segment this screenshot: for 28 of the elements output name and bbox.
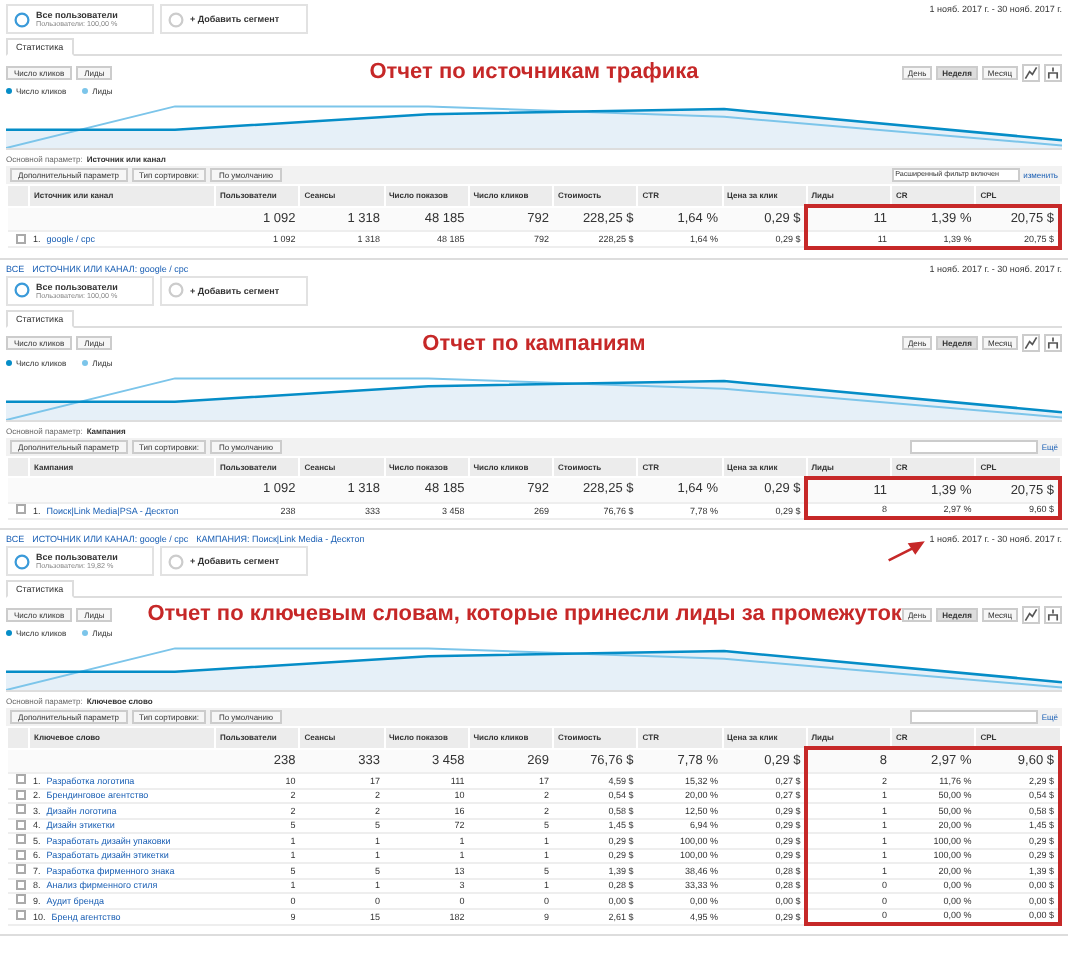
row-checkbox[interactable]	[15, 804, 25, 815]
row-checkbox[interactable]	[15, 834, 25, 845]
empty-circle-icon	[168, 11, 184, 27]
row-checkbox[interactable]	[15, 864, 25, 875]
row-checkbox[interactable]	[15, 849, 25, 860]
line-chart-icon[interactable]	[1021, 63, 1040, 81]
row-checkbox[interactable]	[15, 910, 25, 920]
report-annotation: Отчет по кампаниям	[422, 331, 646, 355]
search-field[interactable]	[909, 710, 1038, 724]
row-checkbox[interactable]	[15, 774, 25, 785]
empty-circle-icon	[168, 553, 184, 569]
hierarchy-icon[interactable]	[1044, 334, 1062, 352]
report-annotation: Отчет по источникам трафика	[369, 60, 699, 84]
row-checkbox[interactable]	[15, 819, 25, 830]
row-checkbox[interactable]	[15, 879, 25, 890]
search-field[interactable]	[909, 439, 1038, 453]
row-checkbox[interactable]	[15, 789, 25, 800]
hierarchy-icon[interactable]	[1044, 605, 1062, 623]
row-checkbox[interactable]	[15, 504, 25, 514]
row-checkbox[interactable]	[15, 894, 25, 905]
empty-circle-icon	[168, 282, 184, 298]
row-checkbox[interactable]	[15, 233, 25, 243]
report-annotation: Отчет по ключевым словам, которые принесли лиды за промежуток	[147, 602, 902, 626]
line-chart-icon[interactable]	[1022, 334, 1040, 352]
segment-ring-icon	[14, 282, 30, 298]
segment-ring-icon	[14, 553, 30, 569]
line-chart-icon[interactable]	[1022, 605, 1040, 623]
segment-ring-icon	[14, 11, 30, 27]
